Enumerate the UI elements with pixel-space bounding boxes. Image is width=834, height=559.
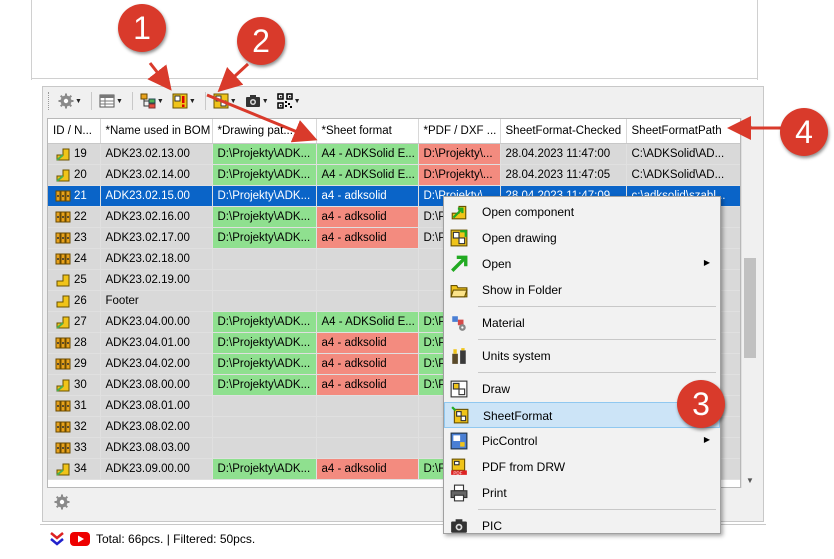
callout-4: 4 bbox=[780, 108, 828, 156]
callout-1-secondary-arrow bbox=[206, 93, 318, 143]
callout-2: 2 bbox=[237, 17, 285, 65]
annotation-arrows bbox=[147, 62, 785, 143]
callout-2-arrow bbox=[217, 62, 250, 93]
callout-3: 3 bbox=[677, 380, 725, 428]
callout-1: 1 bbox=[118, 4, 166, 52]
callout-1-arrow bbox=[147, 62, 172, 91]
